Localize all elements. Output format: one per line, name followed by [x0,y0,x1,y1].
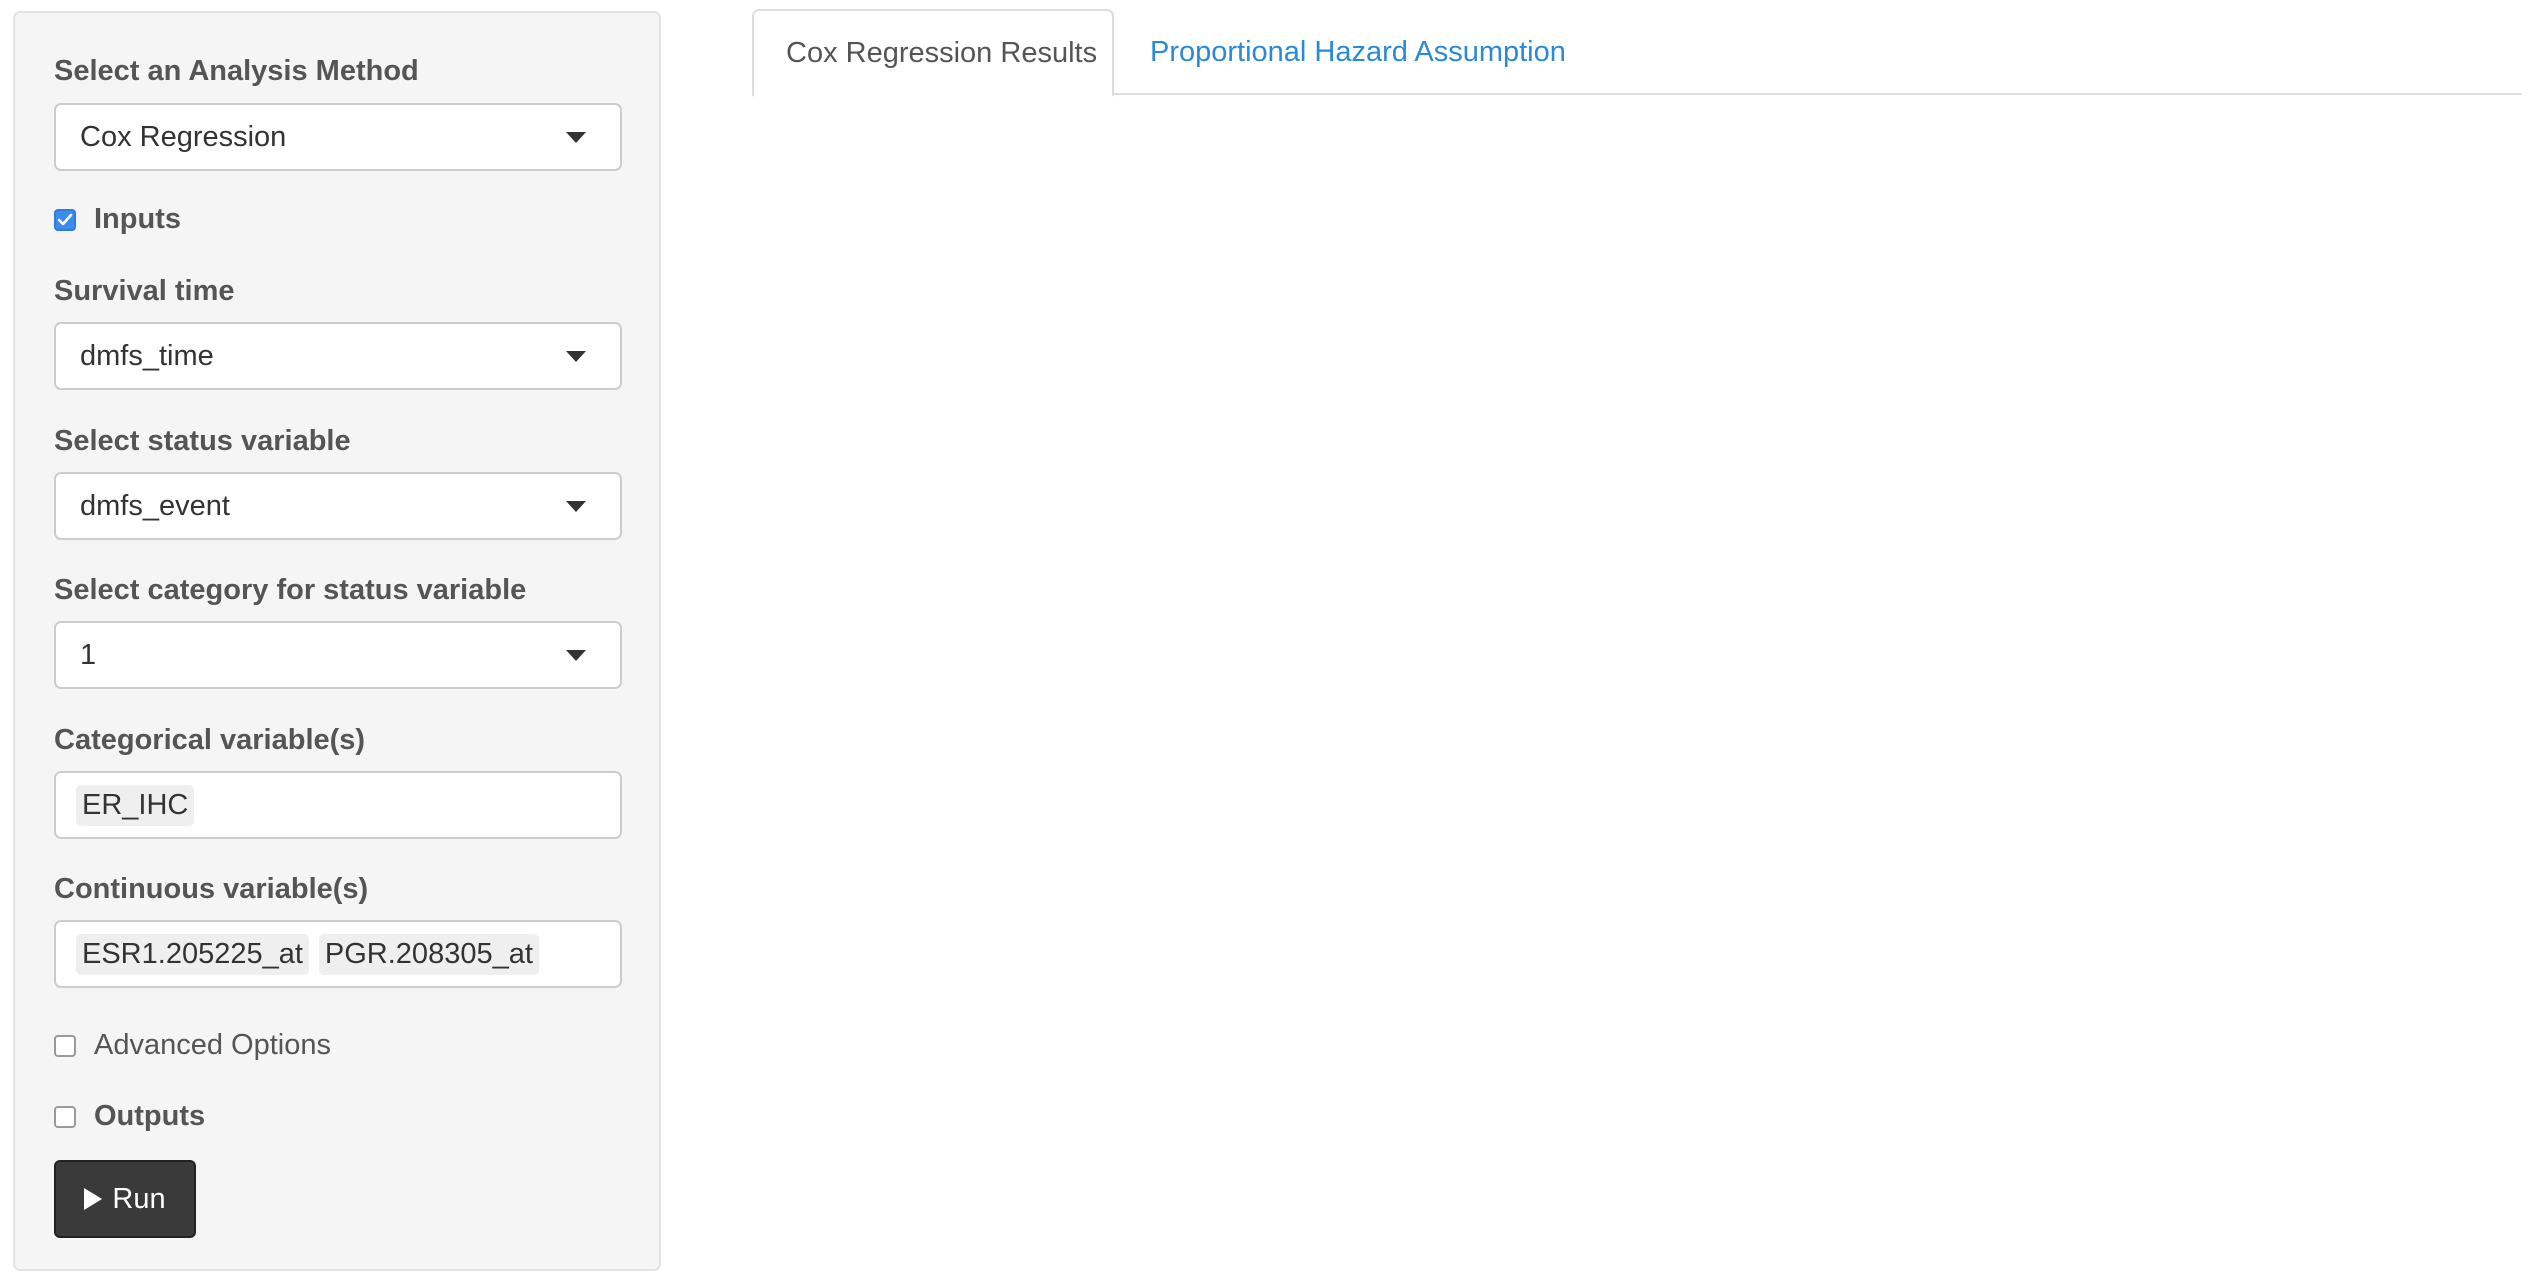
tab-proportional-hazard-assumption[interactable]: Proportional Hazard Assumption [1118,9,1598,95]
advanced-options-label: Advanced Options [94,1029,331,1061]
caret-down-icon [566,500,586,512]
analysis-method-value: Cox Regression [80,120,287,153]
variable-chip[interactable]: ESR1.205225_at [76,933,309,975]
caret-down-icon [566,131,586,143]
inputs-toggle[interactable]: Inputs [54,203,181,236]
status-category-value: 1 [80,638,97,671]
analysis-method-label: Select an Analysis Method [54,55,419,87]
status-category-select[interactable]: 1 [54,621,622,689]
status-variable-value: dmfs_event [80,489,230,522]
sidebar-panel: Select an Analysis Method Cox Regression… [13,11,661,1271]
outputs-label: Outputs [94,1100,206,1132]
advanced-options-toggle[interactable]: Advanced Options [54,1029,331,1062]
analysis-method-select[interactable]: Cox Regression [54,103,622,171]
variable-chip[interactable]: ER_IHC [76,784,195,826]
caret-down-icon [566,649,586,661]
caret-down-icon [566,350,586,362]
variable-chip[interactable]: PGR.208305_at [318,933,539,975]
categorical-variables-input[interactable]: ER_IHC [54,771,622,839]
survival-time-value: dmfs_time [80,339,214,372]
continuous-variables-label: Continuous variable(s) [54,873,369,905]
inputs-label: Inputs [94,203,181,235]
tab-label: Proportional Hazard Assumption [1150,35,1566,68]
advanced-options-checkbox[interactable] [54,1034,76,1057]
run-button[interactable]: Run [54,1160,196,1238]
status-variable-label: Select status variable [54,425,351,457]
categorical-variables-label: Categorical variable(s) [54,724,366,756]
inputs-checkbox[interactable] [54,208,76,231]
status-variable-select[interactable]: dmfs_event [54,472,622,540]
outputs-checkbox[interactable] [54,1105,76,1128]
tab-cox-regression-results[interactable]: Cox Regression Results [752,9,1114,97]
outputs-toggle[interactable]: Outputs [54,1100,205,1133]
survival-time-select[interactable]: dmfs_time [54,322,622,390]
checkmark-icon [57,213,73,225]
run-button-label: Run [112,1182,166,1215]
survival-time-label: Survival time [54,275,235,307]
continuous-variables-input[interactable]: ESR1.205225_at PGR.208305_at [54,920,622,988]
results-tabs: Cox Regression Results Proportional Haza… [752,9,2522,97]
tab-label: Cox Regression Results [786,36,1098,69]
play-icon [84,1188,103,1210]
status-category-label: Select category for status variable [54,574,527,606]
